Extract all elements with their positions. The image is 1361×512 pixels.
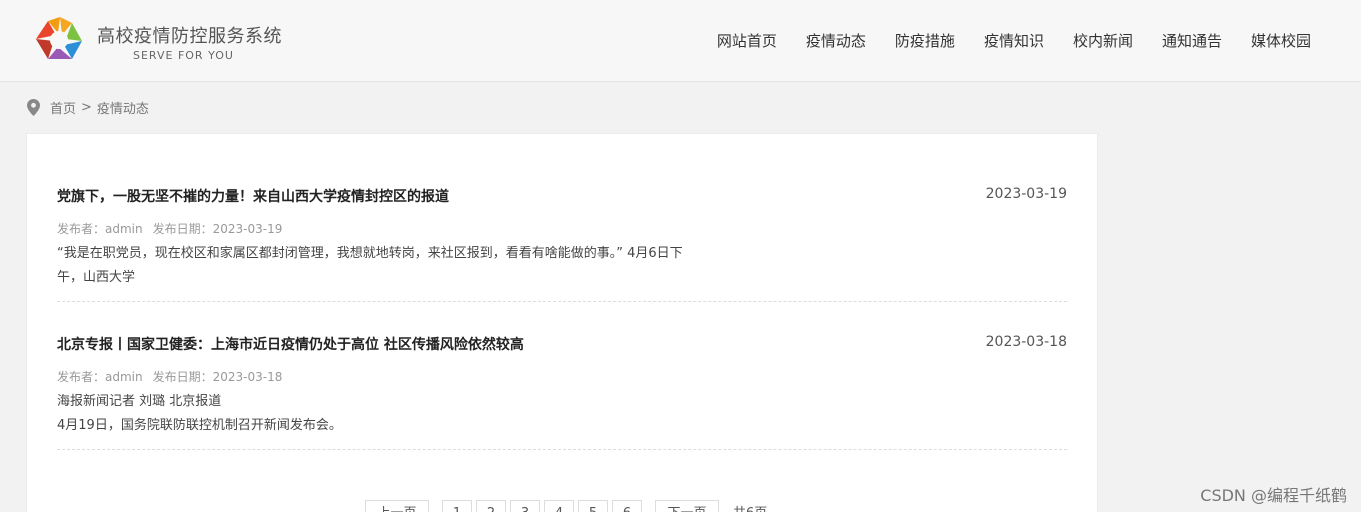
article-title[interactable]: 党旗下，一股无坚不摧的力量！来自山西大学疫情封控区的报道 <box>57 186 449 206</box>
article-date: 2023-03-19 <box>985 186 1067 202</box>
breadcrumb-current: 疫情动态 <box>96 102 149 117</box>
nav-item-prevention[interactable]: 防疫措施 <box>895 30 955 51</box>
site-header: 高校疫情防控服务系统 SERVE FOR YOU 网站首页 疫情动态 防疫措施 … <box>0 0 1361 82</box>
article-summary: 海报新闻记者 刘璐 北京报道 <box>57 394 222 409</box>
breadcrumb: 首页 > 疫情动态 <box>27 98 149 117</box>
pagination: 上一页 1 2 3 4 5 6 下一页 共6页 <box>365 500 767 512</box>
breadcrumb-home[interactable]: 首页 <box>50 98 76 117</box>
location-pin-icon <box>27 99 40 116</box>
article-publish-date: 发布日期：2023-03-18 <box>152 370 283 384</box>
site-title: 高校疫情防控服务系统 <box>97 26 282 47</box>
page-button-4[interactable]: 4 <box>544 500 574 512</box>
watermark: CSDN @编程千纸鹤 <box>1200 486 1347 505</box>
page-total: 共6页 <box>733 500 767 512</box>
site-subtitle: SERVE FOR YOU <box>133 49 234 62</box>
article-summary: “我是在职党员，现在校区和家属区都封闭管理，我想就地转岗，来社区报到，看看有啥能… <box>57 246 683 261</box>
page-button-6[interactable]: 6 <box>612 500 642 512</box>
article-summary-continued: 午，山西大学 <box>57 270 136 285</box>
nav-item-epidemic-news[interactable]: 疫情动态 <box>806 30 866 51</box>
breadcrumb-separator: > <box>81 100 92 115</box>
article-summary-continued: 4月19日，国务院联防联控机制召开新闻发布会。 <box>57 418 342 433</box>
page-button-3[interactable]: 3 <box>510 500 540 512</box>
page-button-5[interactable]: 5 <box>578 500 608 512</box>
list-item: 北京专报丨国家卫健委：上海市近日疫情仍处于高位 社区传播风险依然较高 2023-… <box>57 332 1067 450</box>
nav-item-campus-news[interactable]: 校内新闻 <box>1073 30 1133 51</box>
article-list-panel: 党旗下，一股无坚不摧的力量！来自山西大学疫情封控区的报道 2023-03-19 … <box>26 133 1098 512</box>
list-item: 党旗下，一股无坚不摧的力量！来自山西大学疫情封控区的报道 2023-03-19 … <box>57 184 1067 302</box>
article-author: 发布者：admin <box>57 222 143 236</box>
article-publish-date: 发布日期：2023-03-19 <box>152 222 283 236</box>
article-meta: 发布者：admin 发布日期：2023-03-19 <box>57 220 282 237</box>
page-button-1[interactable]: 1 <box>442 500 472 512</box>
page-button-2[interactable]: 2 <box>476 500 506 512</box>
nav-item-notices[interactable]: 通知通告 <box>1162 30 1222 51</box>
article-author: 发布者：admin <box>57 370 143 384</box>
main-nav: 网站首页 疫情动态 防疫措施 疫情知识 校内新闻 通知通告 媒体校园 <box>717 30 1311 51</box>
article-meta: 发布者：admin 发布日期：2023-03-18 <box>57 368 282 385</box>
next-page-button[interactable]: 下一页 <box>655 500 719 512</box>
nav-item-home[interactable]: 网站首页 <box>717 30 777 51</box>
prev-page-button[interactable]: 上一页 <box>365 500 429 512</box>
nav-item-knowledge[interactable]: 疫情知识 <box>984 30 1044 51</box>
nav-item-media[interactable]: 媒体校园 <box>1251 30 1311 51</box>
article-date: 2023-03-18 <box>985 334 1067 350</box>
logo-icon[interactable] <box>32 13 88 65</box>
article-title[interactable]: 北京专报丨国家卫健委：上海市近日疫情仍处于高位 社区传播风险依然较高 <box>57 334 524 354</box>
